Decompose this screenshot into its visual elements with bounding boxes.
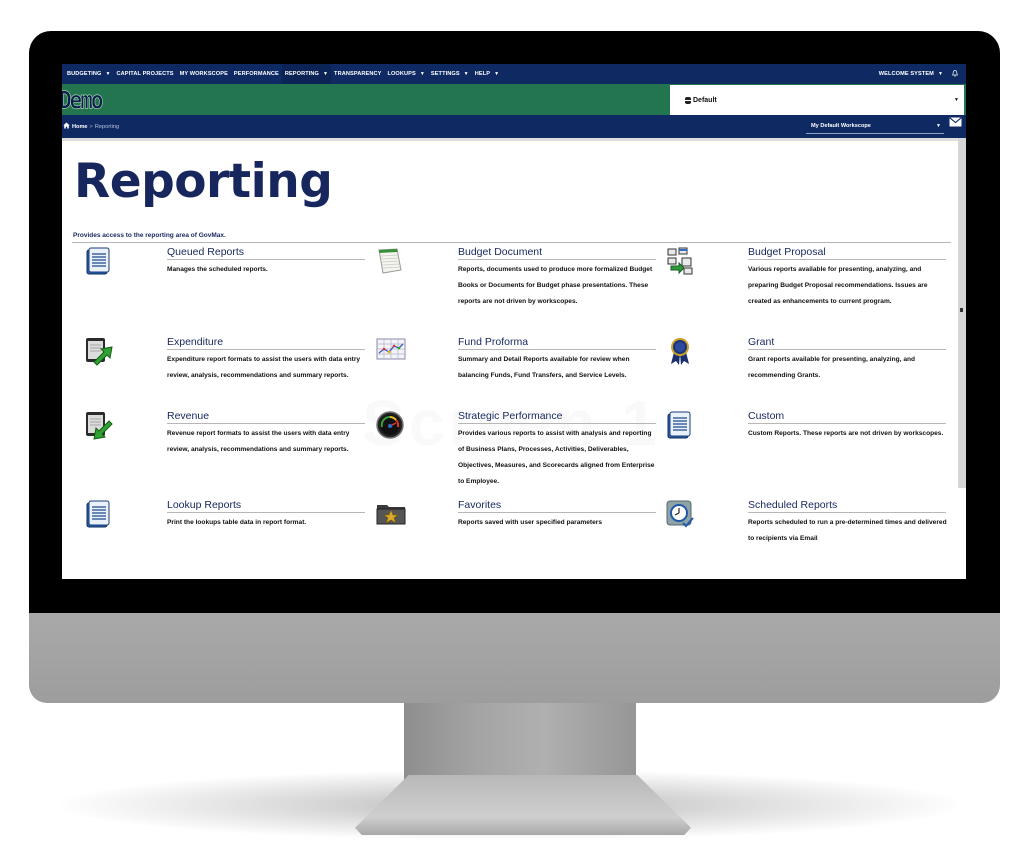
tile-description: Print the lookups table data in report f…: [167, 519, 307, 526]
nav-label: HELP: [474, 71, 491, 77]
chevron-down-icon: ▼: [954, 97, 959, 103]
tile-title[interactable]: Queued Reports: [167, 246, 365, 260]
chevron-down-icon: ▼: [105, 71, 111, 77]
document-list-icon: [84, 246, 116, 278]
document-list-icon: [84, 499, 116, 531]
expenditure-arrow-out-icon: [84, 336, 116, 368]
workscope-select[interactable]: My Default Workscope ▼: [806, 119, 944, 134]
nav-my-workscope[interactable]: MY WORKSCOPE: [177, 64, 231, 84]
chevron-down-icon: ▼: [322, 71, 329, 77]
home-icon[interactable]: [63, 122, 70, 131]
nav-label: REPORTING: [284, 71, 319, 77]
chevron-down-icon: ▼: [494, 71, 500, 77]
page-title: Reporting: [74, 154, 333, 209]
app-logo: Demo: [62, 85, 104, 115]
nav-lookups[interactable]: LOOKUPS ▼: [384, 64, 427, 84]
nav-label: CAPITAL PROJECTS: [116, 71, 174, 77]
breadcrumb-current: Reporting: [94, 123, 120, 130]
tile-title[interactable]: Custom: [748, 410, 946, 424]
document-list-icon: [665, 410, 697, 442]
chevron-down-icon: ▼: [936, 123, 941, 129]
divider: [72, 242, 951, 243]
workscope-select-value: My Default Workscope: [811, 123, 871, 129]
line-chart-grid-icon: [375, 336, 407, 368]
nav-label: LOOKUPS: [387, 71, 416, 77]
proposal-network-icon: [665, 246, 697, 278]
tile-title[interactable]: Lookup Reports: [167, 499, 365, 513]
brand-bar: Demo Default ▼: [62, 84, 966, 115]
main-content: Screen 1 Reporting Provides access to th…: [62, 138, 958, 579]
top-navigation: BUDGETING ▼ CAPITAL PROJECTS MY WORKSCOPE…: [62, 64, 966, 84]
nav-settings[interactable]: SETTINGS ▼: [428, 64, 472, 84]
breadcrumb-separator: >: [89, 123, 93, 130]
tile-description: Reports scheduled to run a pre-determine…: [748, 519, 947, 542]
database-select[interactable]: Default ▼: [670, 85, 964, 115]
tile-description: Custom Reports. These reports are not dr…: [748, 430, 944, 437]
tile-title[interactable]: Favorites: [458, 499, 656, 513]
scroll-arrow-icon[interactable]: [960, 308, 963, 312]
revenue-arrow-in-icon: [84, 410, 116, 442]
mail-icon[interactable]: [949, 117, 962, 129]
tile-title[interactable]: Budget Proposal: [748, 246, 946, 260]
notepad-icon: [375, 246, 407, 278]
tile-description: Reports saved with user specified parame…: [458, 519, 603, 526]
tile-description: Various reports available for presenting…: [748, 266, 928, 305]
app-screen: BUDGETING ▼ CAPITAL PROJECTS MY WORKSCOPE…: [62, 64, 966, 579]
nav-performance[interactable]: PERFORMANCE: [231, 64, 282, 84]
nav-label: BUDGETING: [67, 71, 102, 77]
tile-description: Reports, documents used to produce more …: [458, 266, 653, 305]
award-ribbon-icon: [665, 336, 697, 368]
tile-description: Manages the scheduled reports.: [167, 266, 268, 273]
user-menu[interactable]: WELCOME SYSTEM ▼: [876, 64, 946, 84]
tile-description: Provides various reports to assist with …: [458, 430, 655, 485]
page-description: Provides access to the reporting area of…: [73, 232, 226, 239]
chevron-down-icon: ▼: [419, 71, 425, 77]
nav-transparency[interactable]: TRANSPARENCY: [331, 64, 384, 84]
monitor-chin: [29, 613, 1000, 703]
tile-title[interactable]: Grant: [748, 336, 946, 350]
tile-title[interactable]: Budget Document: [458, 246, 656, 260]
nav-budgeting[interactable]: BUDGETING ▼: [64, 64, 114, 84]
monitor-stand-foot: [355, 775, 691, 835]
database-icon: [685, 96, 691, 104]
tile-title[interactable]: Expenditure: [167, 336, 365, 350]
nav-label: SETTINGS: [430, 71, 460, 77]
tile-description: Expenditure report formats to assist the…: [167, 356, 361, 379]
tile-title[interactable]: Fund Proforma: [458, 336, 656, 350]
nav-label: PERFORMANCE: [233, 71, 279, 77]
database-select-value: Default: [693, 96, 717, 104]
tile-description: Summary and Detail Reports available for…: [458, 356, 630, 379]
welcome-label: WELCOME SYSTEM: [878, 71, 934, 77]
tile-description: Grant reports available for presenting, …: [748, 356, 916, 379]
nav-help[interactable]: HELP ▼: [472, 64, 502, 84]
chevron-down-icon: ▼: [463, 71, 469, 77]
chevron-down-icon: ▼: [937, 71, 943, 77]
breadcrumb: Home > Reporting My Default Workscope ▼: [62, 115, 966, 138]
nav-reporting[interactable]: REPORTING ▼: [281, 64, 332, 84]
speedometer-icon: [375, 410, 407, 442]
nav-label: MY WORKSCOPE: [179, 71, 228, 77]
notification-bell-icon[interactable]: [952, 69, 958, 79]
breadcrumb-home-link[interactable]: Home: [72, 124, 88, 130]
tile-title[interactable]: Revenue: [167, 410, 365, 424]
clock-check-icon: [665, 499, 697, 531]
tile-title[interactable]: Strategic Performance: [458, 410, 656, 424]
star-folder-icon: [375, 499, 407, 531]
nav-capital-projects[interactable]: CAPITAL PROJECTS: [114, 64, 177, 84]
vertical-scrollbar[interactable]: [958, 138, 966, 488]
monitor-mockup: BUDGETING ▼ CAPITAL PROJECTS MY WORKSCOPE…: [0, 0, 1024, 855]
tile-title[interactable]: Scheduled Reports: [748, 499, 946, 513]
tile-description: Revenue report formats to assist the use…: [167, 430, 350, 453]
nav-label: TRANSPARENCY: [334, 71, 382, 77]
